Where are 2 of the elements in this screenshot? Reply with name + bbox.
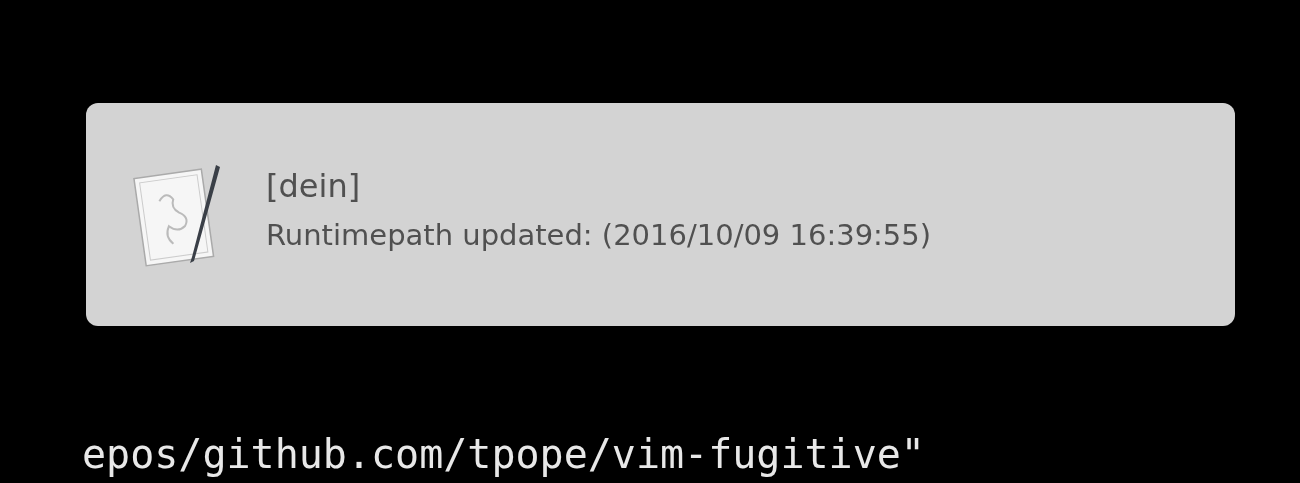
notification-message: Runtimepath updated: (2016/10/09 16:39:55) — [266, 219, 932, 253]
notification-title: [dein] — [266, 168, 362, 206]
